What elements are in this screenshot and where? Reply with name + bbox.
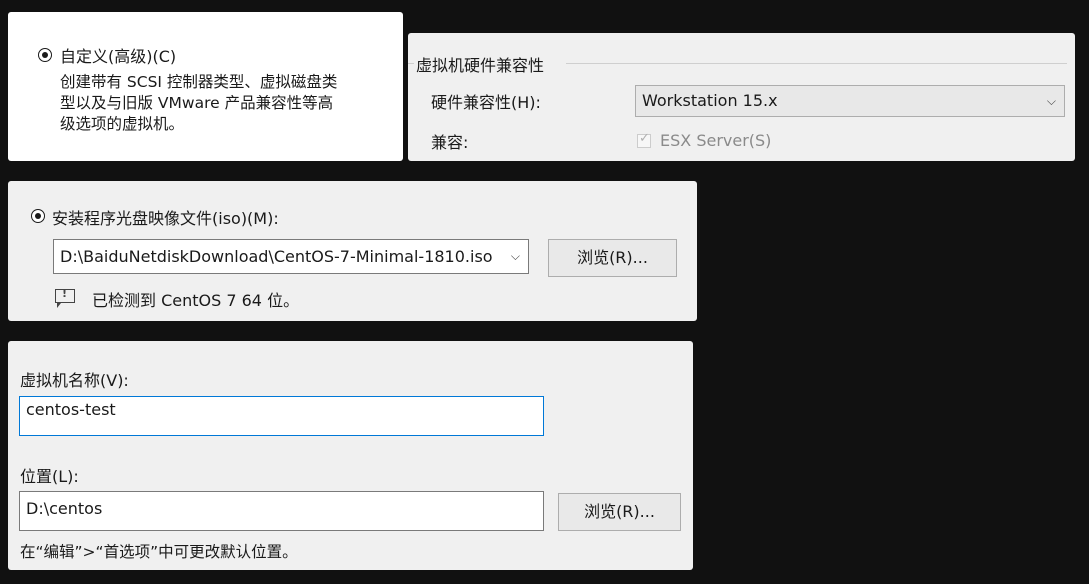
custom-option-description: 创建带有 SCSI 控制器类型、虚拟磁盘类 型以及与旧版 VMware 产品兼容…: [60, 72, 400, 135]
chevron-down-icon: ⌵: [510, 249, 520, 263]
compatible-label: 兼容:: [431, 133, 469, 152]
esx-checkbox-label: ESX Server(S): [660, 131, 772, 150]
location-input[interactable]: D:\centos: [19, 491, 544, 531]
vm-name-location-panel: 虚拟机名称(V): centos-test 位置(L): D:\centos 浏…: [8, 341, 693, 570]
location-label: 位置(L):: [20, 467, 79, 486]
custom-radio-label[interactable]: 自定义(高级)(C): [60, 43, 176, 67]
hardware-compat-group-title: 虚拟机硬件兼容性: [416, 56, 545, 75]
iso-radio[interactable]: [31, 209, 45, 223]
location-hint: 在“编辑”>“首选项”中可更改默认位置。: [20, 543, 298, 561]
custom-desc-line-2: 型以及与旧版 VMware 产品兼容性等高: [60, 94, 334, 112]
chevron-down-icon: ⌵: [1046, 94, 1056, 108]
info-icon: [55, 287, 75, 308]
vm-name-input[interactable]: centos-test: [19, 396, 544, 436]
group-divider-left: [408, 63, 414, 64]
compat-label: 硬件兼容性(H):: [431, 93, 541, 112]
compat-select[interactable]: Workstation 15.x ⌵: [635, 85, 1065, 117]
esx-checkbox[interactable]: [637, 131, 651, 148]
group-divider: [566, 63, 1067, 64]
custom-desc-line-3: 级选项的虚拟机。: [60, 115, 185, 133]
iso-detected-text: 已检测到 CentOS 7 64 位。: [92, 291, 300, 310]
hardware-compat-panel: 虚拟机硬件兼容性 硬件兼容性(H): Workstation 15.x ⌵ 兼容…: [408, 33, 1075, 161]
custom-option-panel: 自定义(高级)(C) 创建带有 SCSI 控制器类型、虚拟磁盘类 型以及与旧版 …: [8, 12, 403, 161]
iso-panel: 安装程序光盘映像文件(iso)(M): D:\BaiduNetdiskDownl…: [8, 181, 697, 321]
iso-path-combobox[interactable]: D:\BaiduNetdiskDownload\CentOS-7-Minimal…: [53, 239, 529, 274]
custom-radio[interactable]: [38, 48, 52, 62]
iso-browse-button[interactable]: 浏览(R)...: [548, 239, 677, 277]
custom-desc-line-1: 创建带有 SCSI 控制器类型、虚拟磁盘类: [60, 73, 338, 91]
location-browse-button[interactable]: 浏览(R)...: [558, 493, 681, 531]
compat-select-value: Workstation 15.x: [642, 91, 778, 110]
vm-name-label: 虚拟机名称(V):: [20, 371, 129, 390]
iso-path-value: D:\BaiduNetdiskDownload\CentOS-7-Minimal…: [60, 247, 493, 266]
iso-radio-label[interactable]: 安装程序光盘映像文件(iso)(M):: [52, 205, 279, 229]
